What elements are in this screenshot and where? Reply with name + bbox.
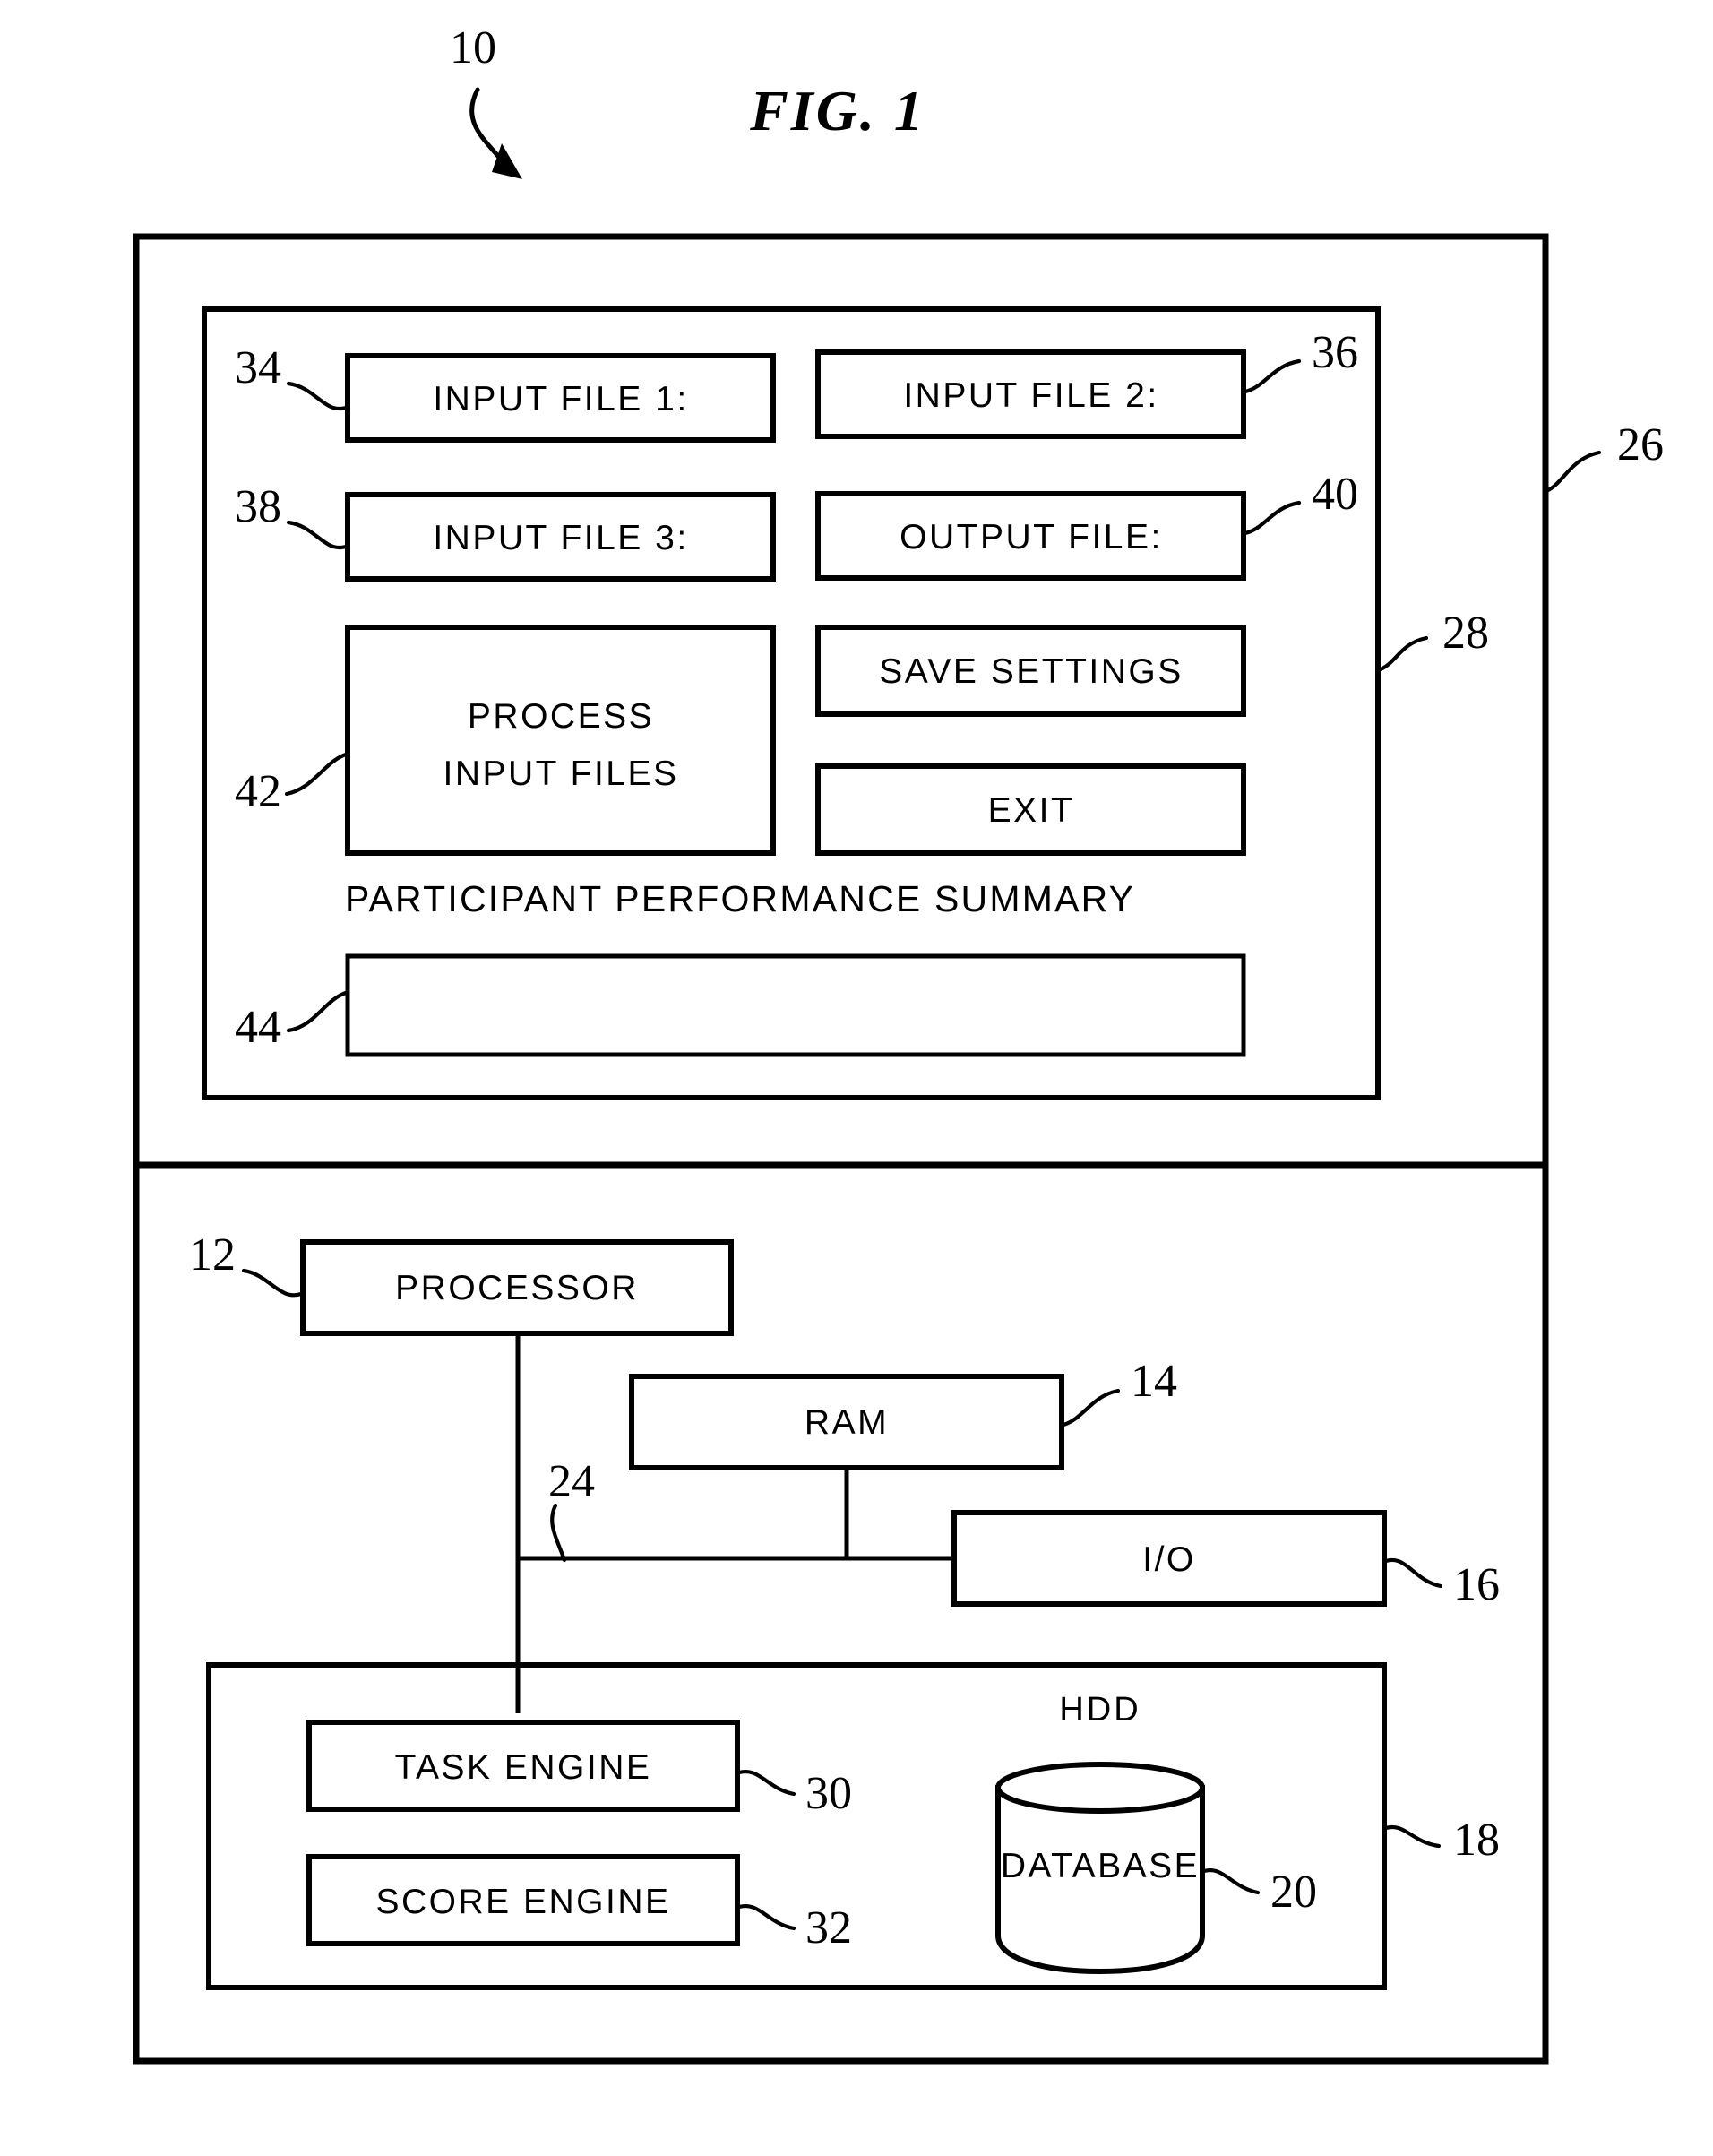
save-settings-label: SAVE SETTINGS (879, 652, 1184, 691)
ref-44-leader (286, 990, 349, 1033)
ref-26-leader (1544, 450, 1602, 494)
process-input-files-button[interactable] (345, 625, 776, 856)
ref-26-label: 26 (1617, 419, 1664, 470)
input-file-3-label: INPUT FILE 3: (433, 519, 688, 557)
ref-38-label: 38 (235, 481, 281, 532)
system-ref-10: 10 (450, 22, 496, 73)
ref-34-label: 34 (235, 342, 281, 393)
ref-14-label: 14 (1131, 1356, 1177, 1407)
ref-24-leader (550, 1503, 567, 1563)
database-cylinder-top (995, 1762, 1205, 1814)
ref-20-leader (1201, 1867, 1261, 1895)
ref-32-leader (736, 1903, 796, 1931)
figure-1-diagram: 10 FIG. 1 26 28 INPUT FILE 1: 34 INPUT F… (133, 22, 1664, 2065)
summary-output-field[interactable] (345, 953, 1246, 1057)
ref-16-leader (1383, 1557, 1443, 1589)
ref-18-label: 18 (1453, 1815, 1500, 1866)
ref-42-label: 42 (235, 766, 281, 817)
io-label: I/O (1142, 1540, 1196, 1579)
processor-label: PROCESSOR (395, 1269, 639, 1307)
score-engine-label: SCORE ENGINE (375, 1883, 670, 1921)
ref-36-label: 36 (1312, 327, 1358, 378)
exit-label: EXIT (988, 791, 1075, 830)
summary-title-label: PARTICIPANT PERFORMANCE SUMMARY (345, 878, 1135, 919)
ref-14-leader (1061, 1388, 1121, 1427)
ref-38-leader (286, 520, 349, 550)
ref-40-leader (1243, 500, 1302, 536)
hdd-label: HDD (1059, 1691, 1141, 1729)
ref-28-leader (1375, 635, 1429, 673)
database-label: DATABASE (1001, 1847, 1200, 1885)
ref-24-label: 24 (548, 1456, 595, 1507)
ref-12-label: 12 (189, 1229, 236, 1281)
ref-12-leader (241, 1268, 304, 1298)
input-file-1-label: INPUT FILE 1: (433, 380, 688, 418)
ref-32-label: 32 (805, 1902, 852, 1953)
ref-18-leader (1383, 1824, 1442, 1849)
system-callout-arrowhead (492, 143, 522, 179)
figure-title: FIG. 1 (749, 79, 925, 142)
ref-30-label: 30 (805, 1768, 852, 1819)
ref-42-leader (284, 752, 349, 797)
patent-figure-page: 10 FIG. 1 26 28 INPUT FILE 1: 34 INPUT F… (0, 0, 1713, 2156)
ref-28-label: 28 (1442, 608, 1489, 659)
ref-36-leader (1243, 358, 1302, 394)
process-button-line2: INPUT FILES (443, 755, 678, 793)
task-engine-label: TASK ENGINE (395, 1748, 652, 1787)
ref-30-leader (736, 1769, 796, 1797)
output-file-label: OUTPUT FILE: (900, 518, 1163, 556)
ref-16-label: 16 (1453, 1559, 1500, 1610)
ref-44-label: 44 (235, 1002, 281, 1053)
ref-40-label: 40 (1312, 469, 1358, 520)
process-button-line1: PROCESS (468, 697, 654, 736)
ref-20-label: 20 (1270, 1867, 1317, 1918)
ram-label: RAM (805, 1403, 889, 1442)
ref-34-leader (286, 381, 349, 411)
input-file-2-label: INPUT FILE 2: (903, 376, 1158, 415)
